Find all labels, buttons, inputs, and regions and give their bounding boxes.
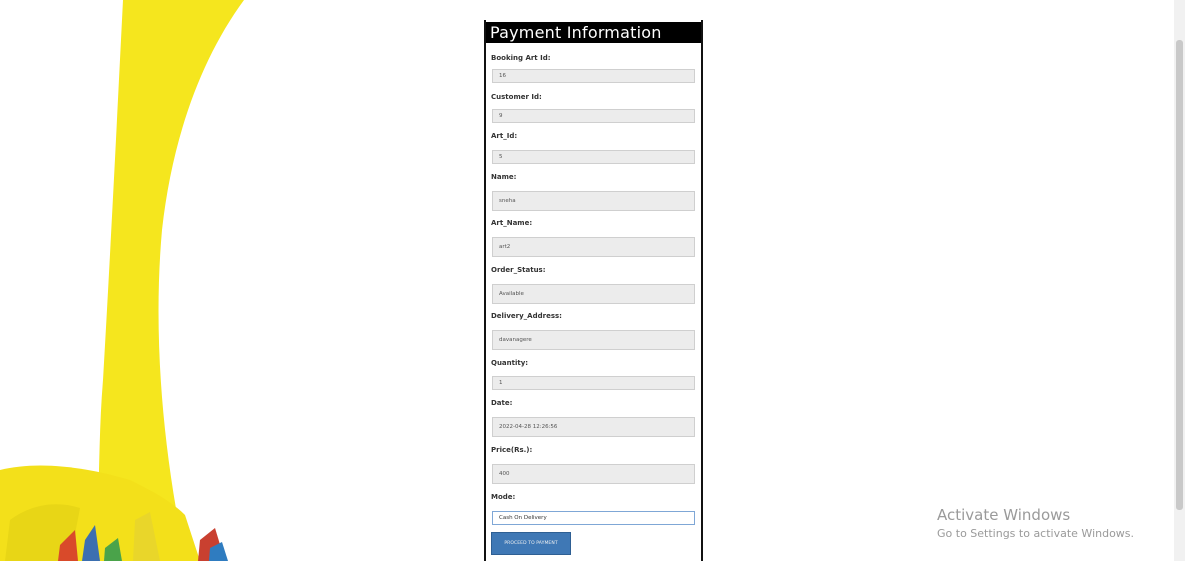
price-field[interactable]: 400 [492,464,695,484]
label-art-name: Art_Name: [491,219,533,227]
label-price: Price(Rs.): [491,446,533,454]
name-field[interactable]: sneha [492,191,695,211]
label-booking-art-id: Booking Art Id: [491,54,551,62]
label-customer-id: Customer Id: [491,93,542,101]
label-order-status: Order_Status: [491,266,546,274]
scrollbar-thumb[interactable] [1176,40,1183,510]
watermark-title: Activate Windows [937,506,1071,524]
label-delivery-address: Delivery_Address: [491,312,562,320]
booking-art-id-field[interactable]: 16 [492,69,695,83]
page-scrollbar[interactable] [1174,0,1185,561]
label-date: Date: [491,399,513,407]
date-field[interactable]: 2022-04-28 12:26:56 [492,417,695,437]
customer-id-field[interactable]: 9 [492,109,695,123]
art-name-field[interactable]: art2 [492,237,695,257]
label-name: Name: [491,173,517,181]
label-mode: Mode: [491,493,516,501]
brush-stroke-background [0,0,244,561]
watermark-subtitle: Go to Settings to activate Windows. [937,527,1135,540]
order-status-field[interactable]: Available [492,284,695,304]
proceed-to-payment-button[interactable]: PROCEED TO PAYMENT [491,532,571,555]
label-quantity: Quantity: [491,359,529,367]
delivery-address-field[interactable]: davanagere [492,330,695,350]
activate-windows-watermark: Activate Windows Go to Settings to activ… [937,506,1134,542]
payment-form-panel: Payment Information Booking Art Id: 16 C… [484,20,703,561]
payment-mode-select[interactable]: Cash On Delivery [492,511,695,525]
art-id-field[interactable]: 5 [492,150,695,164]
quantity-field[interactable]: 1 [492,376,695,390]
form-title: Payment Information [486,22,701,43]
label-art-id: Art_Id: [491,132,518,140]
